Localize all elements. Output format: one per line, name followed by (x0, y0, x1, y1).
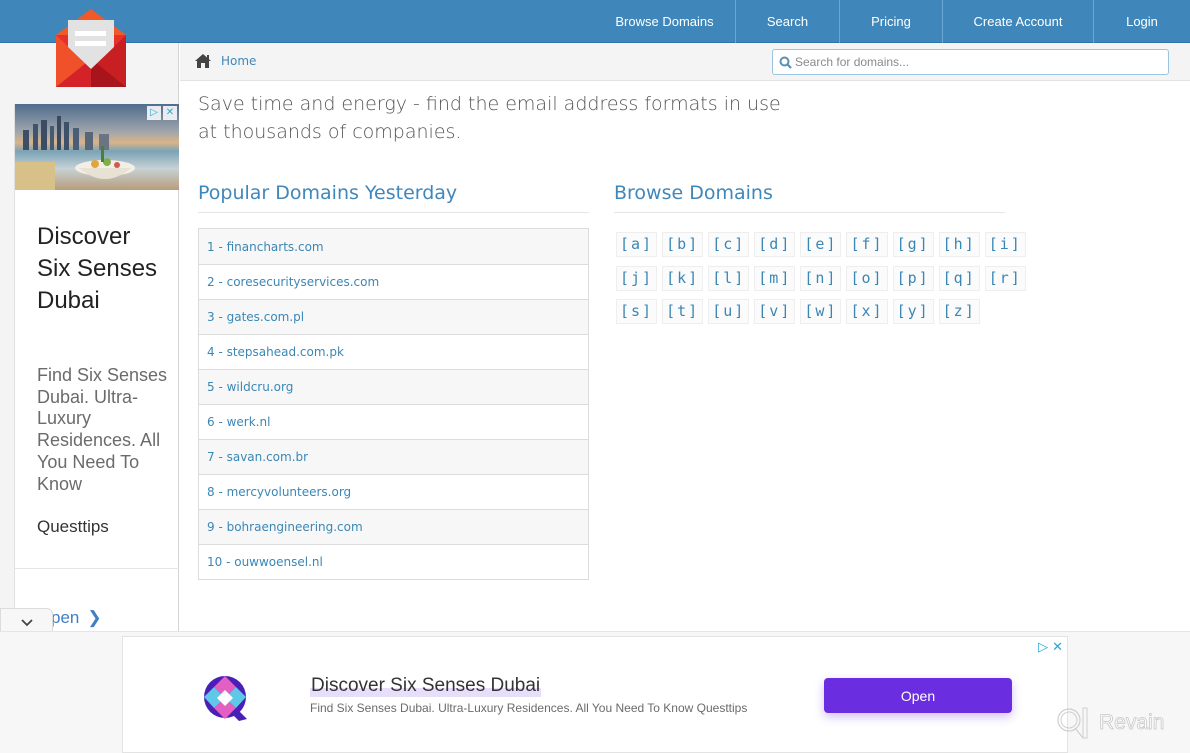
letter-link-h[interactable]: [h] (938, 232, 980, 257)
ad-cushion-graphic (15, 162, 55, 190)
bottom-ad-choices: ▷ ✕ (1038, 639, 1063, 655)
letter-link-e[interactable]: [e] (800, 232, 842, 257)
main-nav: Browse Domains Search Pricing Create Acc… (594, 0, 1190, 43)
letter-link-q[interactable]: [q] (938, 265, 980, 291)
nav-pricing[interactable]: Pricing (839, 0, 942, 43)
adchoices-icon[interactable]: ▷ (1038, 639, 1048, 655)
letter-link-y[interactable]: [y] (892, 299, 934, 324)
letter-link-z[interactable]: [z] (938, 299, 980, 324)
bottom-advertisement[interactable]: Discover Six Senses Dubai Find Six Sense… (122, 636, 1068, 753)
close-icon[interactable]: ✕ (163, 106, 177, 120)
ad-open-label: pen (51, 608, 80, 627)
envelope-logo-icon[interactable] (56, 9, 126, 87)
ad-divider (15, 568, 179, 569)
letter-link-m[interactable]: [m] (754, 265, 796, 291)
ad-open-link[interactable]: pen ❯ (51, 608, 102, 628)
letter-link-t[interactable]: [t] (662, 299, 704, 324)
ad-headline[interactable]: Discover Six Senses Dubai (37, 221, 167, 317)
popular-domains-list: 1 - financharts.com 2 - coresecurityserv… (198, 228, 589, 580)
revain-watermark: Revain (1055, 706, 1165, 740)
letter-link-i[interactable]: [i] (984, 232, 1026, 257)
letter-link-u[interactable]: [u] (708, 299, 750, 324)
letter-link-w[interactable]: [w] (800, 299, 842, 324)
ad-dish-graphic (75, 146, 135, 179)
domain-list-item[interactable]: 9 - bohraengineering.com (199, 509, 588, 544)
page: Browse Domains Search Pricing Create Acc… (0, 0, 1190, 753)
revain-label: Revain (1099, 711, 1165, 735)
ad-advertiser: Questtips (37, 517, 109, 536)
browse-domains-heading: Browse Domains (614, 182, 773, 204)
letter-link-x[interactable]: [x] (846, 299, 888, 324)
search-icon (779, 56, 792, 69)
domain-list-item[interactable]: 3 - gates.com.pl (199, 299, 588, 334)
top-nav-bar: Browse Domains Search Pricing Create Acc… (0, 0, 1190, 43)
ad-choices: ▷ ✕ (147, 106, 177, 120)
chevron-right-icon: ❯ (87, 608, 102, 627)
domain-list-item[interactable]: 5 - wildcru.org (199, 369, 588, 404)
bottom-ad-open-button[interactable]: Open (824, 678, 1012, 713)
letter-link-n[interactable]: [n] (800, 265, 842, 291)
letter-link-s[interactable]: [s] (616, 299, 658, 324)
ad-body-text: Find Six Senses Dubai. Ultra-Luxury Resi… (37, 365, 168, 494)
letter-link-g[interactable]: [g] (892, 232, 934, 257)
letter-link-r[interactable]: [r] (984, 265, 1026, 291)
letter-link-b[interactable]: [b] (662, 232, 704, 257)
nav-browse-domains[interactable]: Browse Domains (594, 0, 735, 43)
revain-logo-icon (1057, 707, 1088, 739)
letter-link-l[interactable]: [l] (708, 265, 750, 291)
letter-link-k[interactable]: [k] (662, 265, 704, 291)
domain-list-item[interactable]: 1 - financharts.com (199, 229, 588, 264)
letter-link-d[interactable]: [d] (754, 232, 796, 257)
domain-list-item[interactable]: 6 - werk.nl (199, 404, 588, 439)
letter-link-j[interactable]: [j] (616, 265, 658, 291)
domain-list-item[interactable]: 2 - coresecurityservices.com (199, 264, 588, 299)
letter-link-o[interactable]: [o] (846, 265, 888, 291)
sidebar-advertisement[interactable]: ▷ ✕ Discover Six Senses Dubai Find Six S… (14, 104, 179, 631)
nav-create-account[interactable]: Create Account (942, 0, 1093, 43)
domain-list-item[interactable]: 8 - mercyvolunteers.org (199, 474, 588, 509)
domain-list-item[interactable]: 7 - savan.com.br (199, 439, 588, 474)
chevron-down-icon (20, 618, 33, 626)
domain-search-input[interactable] (795, 50, 1165, 74)
breadcrumb-bar: Home (180, 43, 1190, 81)
nav-search[interactable]: Search (735, 0, 839, 43)
ad-image[interactable]: ▷ ✕ (15, 104, 179, 190)
letter-link-p[interactable]: [p] (892, 265, 934, 291)
popular-domains-heading: Popular Domains Yesterday (198, 182, 458, 204)
letter-row: [s] [t] [u] [v] [w] [x] [y] [z] (616, 299, 996, 324)
letter-row: [a] [b] [c] [d] [e] [f] [g] [h] [i] (616, 232, 1026, 257)
browse-heading-rule (614, 212, 1005, 213)
letter-link-c[interactable]: [c] (708, 232, 750, 257)
domain-list-item[interactable]: 10 - ouwwoensel.nl (199, 544, 588, 579)
breadcrumb-home-link[interactable]: Home (221, 54, 256, 68)
bottom-ad-title[interactable]: Discover Six Senses Dubai (310, 675, 542, 697)
domain-search-box[interactable] (772, 49, 1169, 75)
letter-row: [j] [k] [l] [m] [n] [o] [p] [q] [r] (616, 265, 1026, 291)
domain-list-item[interactable]: 4 - stepsahead.com.pk (199, 334, 588, 369)
nav-login[interactable]: Login (1093, 0, 1190, 43)
letter-link-f[interactable]: [f] (846, 232, 888, 257)
close-icon[interactable]: ✕ (1052, 639, 1063, 655)
bottom-ad-description: Find Six Senses Dubai. Ultra-Luxury Resi… (310, 701, 748, 715)
letter-index: [a] [b] [c] [d] [e] [f] [g] [h] [i] [j] … (616, 232, 1026, 333)
home-icon[interactable] (194, 53, 212, 69)
questtips-logo-icon (204, 676, 247, 721)
adchoices-icon[interactable]: ▷ (147, 106, 161, 120)
letter-link-a[interactable]: [a] (616, 232, 658, 257)
popular-heading-rule (198, 212, 589, 213)
page-tagline: Save time and energy - find the email ad… (198, 93, 781, 143)
letter-link-v[interactable]: [v] (754, 299, 796, 324)
